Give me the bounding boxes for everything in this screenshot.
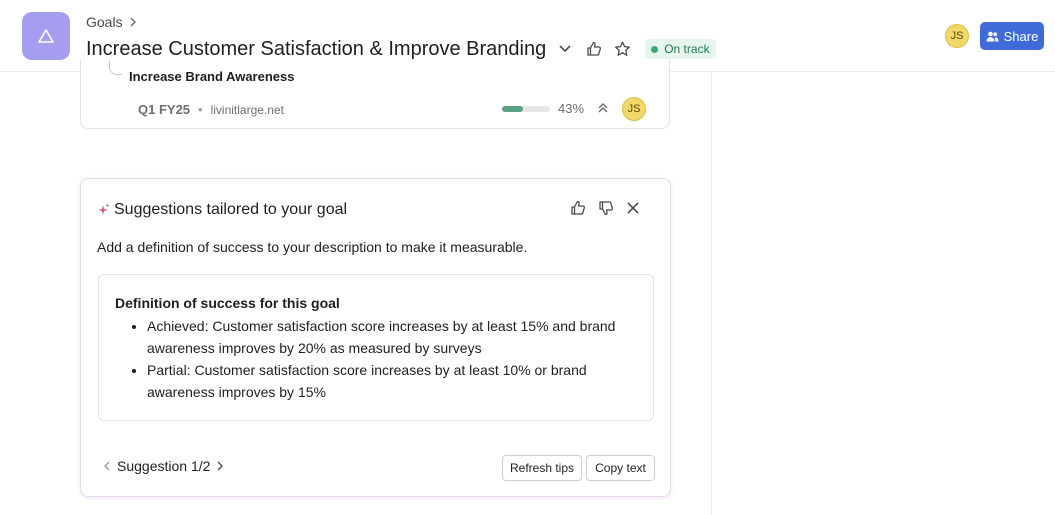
definition-list: Achieved: Customer satisfaction score in… [115, 315, 617, 403]
definition-title: Definition of success for this goal [115, 295, 340, 311]
sparkle-icon [98, 203, 110, 215]
chevron-down-icon [559, 45, 571, 53]
subgoal-meta: Q1 FY25 • livinitlarge.net [138, 102, 284, 117]
suggestion-pager-label: Suggestion 1/2 [117, 458, 211, 474]
status-dot [651, 45, 659, 53]
chevron-left-icon [104, 461, 110, 471]
subgoal-period: Q1 FY25 [138, 102, 191, 117]
definition-box: Definition of success for this goal Achi… [98, 274, 654, 421]
panel-divider [711, 72, 712, 515]
next-suggestion-button[interactable] [216, 460, 224, 472]
like-button[interactable] [586, 41, 602, 57]
subgoal-owner-avatar[interactable]: JS [622, 97, 646, 121]
list-item: Achieved: Customer satisfaction score in… [147, 315, 617, 359]
thumbs-down-icon [599, 201, 614, 216]
suggestions-card: Suggestions tailored to your goal Add a … [80, 178, 671, 497]
chevron-right-icon [130, 17, 136, 27]
thumbs-up-icon [571, 200, 586, 215]
breadcrumb[interactable]: Goals [86, 14, 137, 30]
share-label: Share [1003, 28, 1039, 44]
title-dropdown-button[interactable] [558, 44, 572, 54]
double-chevron-up-icon [598, 103, 608, 113]
people-icon [986, 31, 999, 41]
page-title[interactable]: Increase Customer Satisfaction & Improve… [86, 38, 546, 61]
avatar[interactable]: JS [945, 24, 969, 48]
progress-bar [502, 106, 550, 112]
subgoal-card[interactable]: Increase Brand Awareness Q1 FY25 • livin… [80, 60, 670, 129]
subgoal-title[interactable]: Increase Brand Awareness [129, 69, 294, 84]
previous-suggestion-button[interactable] [103, 460, 111, 472]
progress-label: 43% [558, 101, 585, 116]
goal-app-icon[interactable] [22, 12, 70, 60]
goal-triangle-icon [38, 29, 54, 43]
priority-button[interactable] [597, 101, 609, 115]
suggestions-description: Add a definition of success to your desc… [97, 239, 528, 255]
close-icon [627, 202, 639, 214]
meta-separator: • [198, 102, 203, 117]
subgoal-connector [109, 60, 122, 75]
suggestion-dislike-button[interactable] [598, 200, 614, 216]
suggestion-like-button[interactable] [570, 200, 586, 216]
thumbs-up-icon [587, 41, 602, 56]
refresh-tips-button[interactable]: Refresh tips [502, 455, 582, 481]
suggestion-pager: Suggestion 1/2 [103, 458, 224, 474]
suggestions-header: Suggestions tailored to your goal [97, 201, 347, 219]
suggestions-title: Suggestions tailored to your goal [114, 201, 348, 218]
subgoal-domain: livinitlarge.net [210, 102, 284, 117]
copy-text-button[interactable]: Copy text [586, 455, 655, 481]
star-icon [615, 41, 631, 56]
list-item: Partial: Customer satisfaction score inc… [147, 359, 617, 403]
progress-fill [502, 106, 523, 112]
favorite-button[interactable] [614, 41, 631, 57]
share-button[interactable]: Share [980, 22, 1044, 50]
breadcrumb-goals[interactable]: Goals [86, 14, 123, 30]
status-badge[interactable]: On track [645, 39, 716, 59]
close-suggestions-button[interactable] [626, 201, 640, 215]
suggestions-actions [570, 200, 640, 216]
title-row: Increase Customer Satisfaction & Improve… [86, 36, 716, 62]
status-label: On track [664, 42, 710, 56]
chevron-right-icon [217, 461, 224, 471]
